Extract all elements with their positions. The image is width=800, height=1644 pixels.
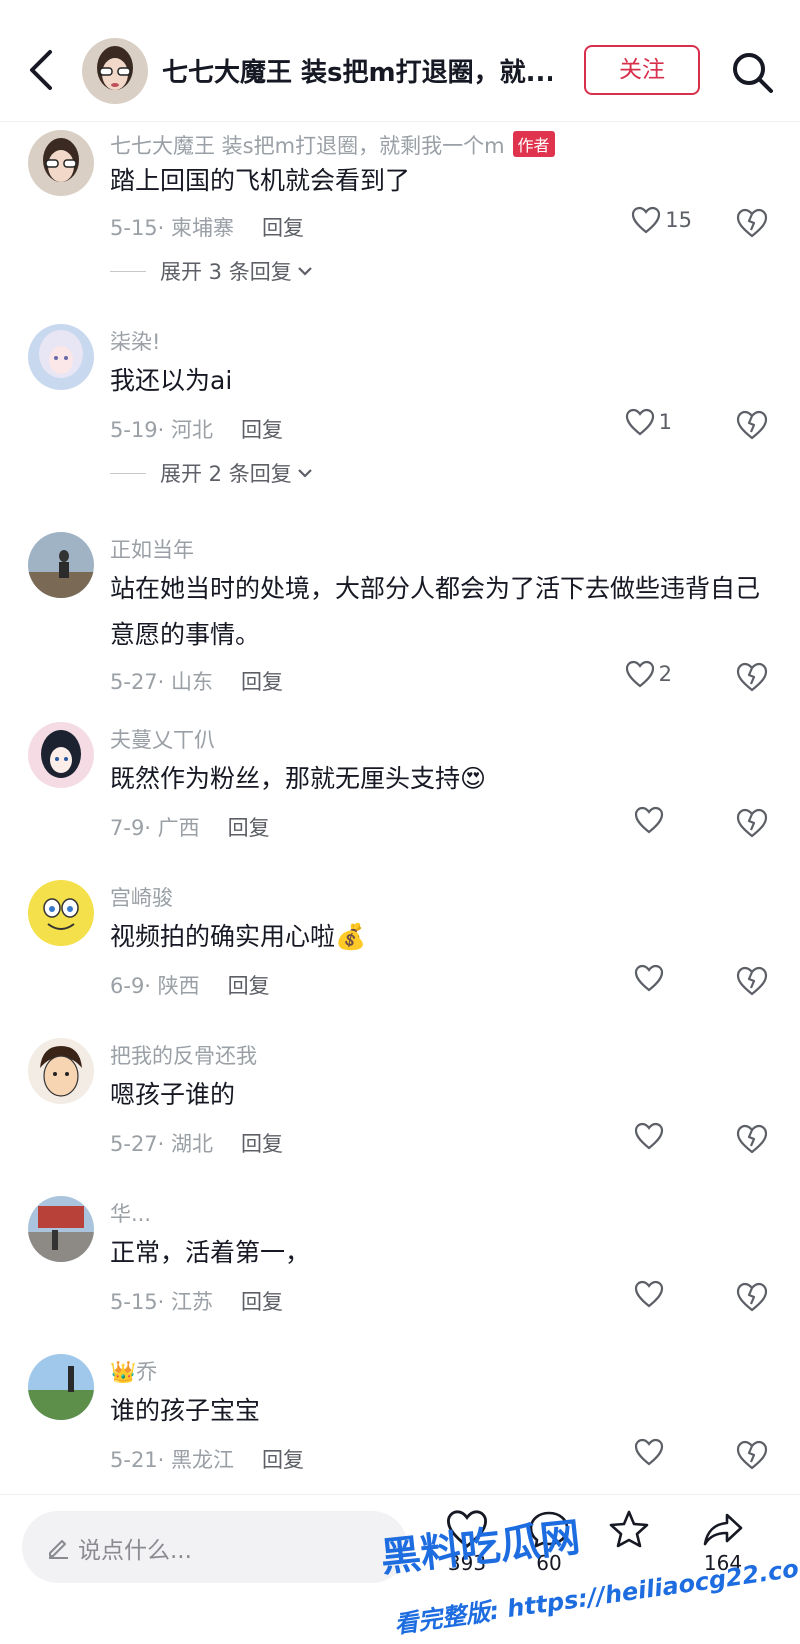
comment-text[interactable]: 视频拍的确实用心啦💰 — [110, 914, 770, 960]
like-button[interactable] — [634, 1280, 668, 1308]
follow-button[interactable]: 关注 — [584, 45, 700, 95]
like-button[interactable] — [634, 806, 668, 834]
like-count: 2 — [658, 662, 672, 686]
comment-text[interactable]: 既然作为粉丝，那就无厘头支持😍 — [110, 756, 770, 802]
chevron-down-icon — [297, 469, 312, 478]
user-avatar[interactable] — [28, 1196, 94, 1262]
heart-icon — [634, 964, 664, 992]
comment-username[interactable]: 七七大魔王 装s把m打退圈，就剩我一个m 作者 — [110, 130, 555, 160]
pencil-icon — [49, 1540, 68, 1559]
comment-username[interactable]: 华... — [110, 1198, 151, 1228]
comment-username[interactable]: 柒染! — [110, 326, 160, 356]
comment-username[interactable]: 把我的反骨还我 — [110, 1040, 257, 1070]
favorite-button[interactable] — [594, 1509, 664, 1549]
reply-button[interactable]: 回复 — [228, 816, 270, 840]
like-button[interactable] — [634, 964, 668, 992]
reply-button[interactable]: 回复 — [241, 1132, 283, 1156]
comment-date-location: 5-21· 黑龙江 — [110, 1448, 235, 1472]
dislike-icon[interactable] — [736, 966, 768, 996]
user-avatar[interactable] — [28, 1354, 94, 1420]
reply-button[interactable]: 回复 — [262, 216, 304, 240]
reply-button[interactable]: 回复 — [241, 670, 283, 694]
like-button[interactable]: 2 — [625, 660, 672, 688]
top-bar: 七七大魔王 装s把m打退圈，就... 关注 — [0, 0, 800, 122]
user-avatar[interactable] — [28, 880, 94, 946]
like-count: 1 — [658, 410, 672, 434]
comment-username[interactable]: 正如当年 — [110, 534, 194, 564]
comment-meta: 5-27· 山东 回复 — [110, 666, 283, 696]
expand-replies-button[interactable]: 展开 2 条回复 — [110, 458, 314, 488]
dislike-icon[interactable] — [736, 1282, 768, 1312]
user-avatar[interactable] — [28, 130, 94, 196]
share-arrow-icon — [703, 1513, 743, 1546]
comment-text[interactable]: 站在她当时的处境，大部分人都会为了活下去做些违背自己意愿的事情。 — [110, 566, 770, 658]
header-title[interactable]: 七七大魔王 装s把m打退圈，就... — [162, 52, 552, 89]
heart-icon — [634, 1438, 664, 1466]
like-button[interactable] — [634, 1122, 668, 1150]
author-avatar[interactable] — [82, 38, 148, 104]
dislike-icon[interactable] — [736, 662, 768, 692]
expand-replies-button[interactable]: 展开 3 条回复 — [110, 256, 314, 286]
dislike-icon[interactable] — [736, 1440, 768, 1470]
dislike-icon[interactable] — [736, 1124, 768, 1154]
user-avatar[interactable] — [28, 324, 94, 390]
comment-text[interactable]: 谁的孩子宝宝 — [110, 1388, 770, 1434]
bottom-action-bar: 说点什么... 393 60 164 黑料吃瓜网 看完整版: https://h… — [0, 1494, 800, 1644]
comment-text[interactable]: 正常，活着第一， — [110, 1230, 770, 1276]
like-button[interactable] — [634, 1438, 668, 1466]
author-badge: 作者 — [512, 131, 555, 157]
comment-meta: 5-15· 柬埔寨 回复 — [110, 212, 304, 242]
comment-date-location: 6-9· 陕西 — [110, 974, 200, 998]
comment-input[interactable]: 说点什么... — [22, 1511, 408, 1583]
user-avatar[interactable] — [28, 1038, 94, 1104]
reply-button[interactable]: 回复 — [228, 974, 270, 998]
comment-meta: 5-15· 江苏 回复 — [110, 1286, 283, 1316]
comment-input-placeholder: 说点什么... — [78, 1538, 192, 1564]
like-button[interactable]: 1 — [625, 408, 672, 436]
comment-date-location: 5-27· 湖北 — [110, 1132, 214, 1156]
comment-date-location: 5-15· 柬埔寨 — [110, 216, 235, 240]
comment-date-location: 5-15· 江苏 — [110, 1290, 214, 1314]
back-arrow-icon[interactable] — [22, 46, 62, 94]
dislike-icon[interactable] — [736, 808, 768, 838]
comment-text[interactable]: 嗯孩子谁的 — [110, 1072, 770, 1118]
comment-meta: 5-27· 湖北 回复 — [110, 1128, 283, 1158]
star-icon — [609, 1510, 649, 1548]
like-count: 15 — [665, 208, 692, 232]
reply-button[interactable]: 回复 — [262, 1448, 304, 1472]
comment-meta: 6-9· 陕西 回复 — [110, 970, 270, 1000]
chevron-down-icon — [297, 267, 312, 276]
comment-text[interactable]: 踏上回国的飞机就会看到了 — [110, 158, 770, 204]
comment-meta: 7-9· 广西 回复 — [110, 812, 270, 842]
comment-date-location: 7-9· 广西 — [110, 816, 200, 840]
reply-button[interactable]: 回复 — [241, 1290, 283, 1314]
comment-meta: 5-19· 河北 回复 — [110, 414, 283, 444]
dislike-icon[interactable] — [736, 208, 768, 238]
reply-button[interactable]: 回复 — [241, 418, 283, 442]
comment-username[interactable]: 夫蔓乂丅仈 — [110, 724, 215, 754]
heart-icon — [634, 806, 664, 834]
comment-username[interactable]: 宫崎骏 — [110, 882, 173, 912]
heart-icon — [634, 1122, 664, 1150]
user-avatar[interactable] — [28, 722, 94, 788]
comment-username[interactable]: 👑乔 — [110, 1356, 157, 1386]
heart-icon — [625, 660, 654, 688]
dislike-icon[interactable] — [736, 410, 768, 440]
divider-line — [110, 270, 146, 272]
heart-icon — [634, 1280, 664, 1308]
heart-icon — [625, 408, 654, 436]
comment-date-location: 5-27· 山东 — [110, 670, 214, 694]
divider-line — [110, 472, 146, 474]
like-button[interactable]: 15 — [631, 206, 692, 234]
comment-text[interactable]: 我还以为ai — [110, 358, 770, 404]
search-icon[interactable] — [728, 48, 776, 96]
heart-icon — [632, 206, 661, 234]
comment-date-location: 5-19· 河北 — [110, 418, 214, 442]
user-avatar[interactable] — [28, 532, 94, 598]
comment-meta: 5-21· 黑龙江 回复 — [110, 1444, 304, 1474]
